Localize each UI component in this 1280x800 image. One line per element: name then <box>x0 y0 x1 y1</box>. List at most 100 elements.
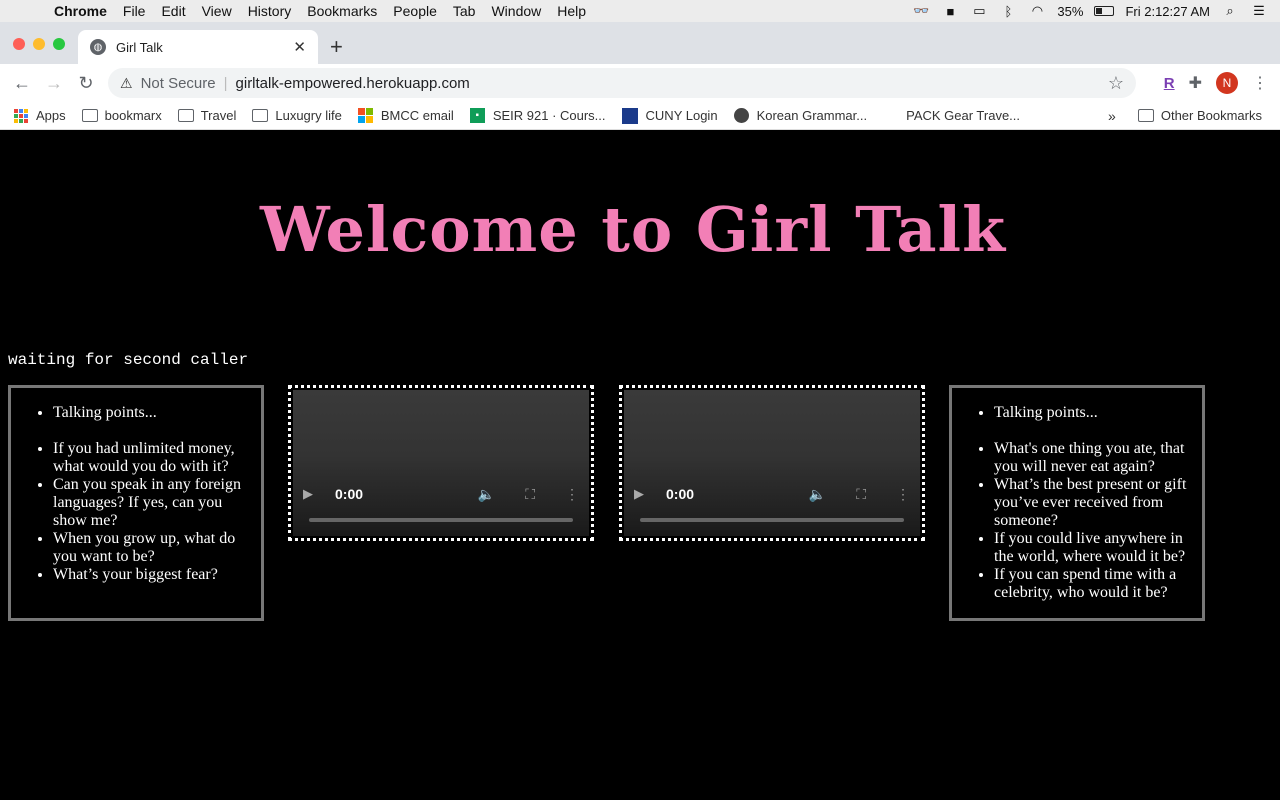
list-item: If you can spend time with a celebrity, … <box>994 566 1198 602</box>
bookmark-label: Apps <box>36 108 66 123</box>
menu-view[interactable]: View <box>194 3 240 19</box>
bookmarks-right: » Other Bookmarks <box>1094 108 1280 124</box>
close-tab-icon[interactable]: ✕ <box>293 38 306 56</box>
talking-points-header: Talking points... <box>53 404 257 422</box>
bookmark-label: Luxugry life <box>275 108 342 123</box>
mac-menubar: Chrome File Edit View History Bookmarks … <box>0 0 1280 22</box>
talking-points-left: Talking points... If you had unlimited m… <box>8 385 264 621</box>
bookmarks-overflow-chevron[interactable]: » <box>1094 108 1130 124</box>
folder-icon <box>81 109 98 122</box>
play-icon[interactable]: ▶ <box>634 486 658 502</box>
menubar-status-area: 👓 ■ ▭ ᛒ ◠ 35% Fri 2:12:27 AM ⌕ ☰ <box>912 3 1280 19</box>
volume-icon[interactable]: 🔈 <box>809 486 826 503</box>
local-video-player[interactable]: ▶ 0:00 🔈 ⛶ ⋮ <box>288 385 594 541</box>
url-text[interactable]: girltalk-empowered.herokuapp.com <box>236 75 470 92</box>
minimize-window-button[interactable] <box>33 38 45 50</box>
cuny-logo-icon <box>621 107 638 124</box>
puzzle-icon[interactable]: ✚ <box>1189 73 1202 93</box>
list-item: When you grow up, what do you want to be… <box>53 530 257 566</box>
menu-history[interactable]: History <box>240 3 300 19</box>
menu-tab[interactable]: Tab <box>445 3 484 19</box>
menu-help[interactable]: Help <box>549 3 594 19</box>
spotlight-search-icon[interactable]: ⌕ <box>1221 3 1239 19</box>
page-content: Welcome to Girl Talk waiting for second … <box>0 131 1280 800</box>
browser-toolbar: ← → ↻ ⚠ Not Secure | girltalk-empowered.… <box>0 64 1280 102</box>
wifi-icon[interactable]: ◠ <box>1028 3 1046 19</box>
tab-title: Girl Talk <box>116 39 163 55</box>
video-surface: ▶ 0:00 🔈 ⛶ ⋮ <box>293 390 589 536</box>
profile-avatar[interactable]: N <box>1216 72 1238 94</box>
bookmark-label: PACK Gear Trave... <box>906 108 1021 123</box>
globe-icon <box>733 108 749 123</box>
airplay-icon[interactable]: ▭ <box>970 3 988 19</box>
camera-icon[interactable]: ■ <box>941 4 959 19</box>
talking-points-header: Talking points... <box>994 404 1198 422</box>
menu-people[interactable]: People <box>385 3 445 19</box>
close-window-button[interactable] <box>13 38 25 50</box>
control-center-icon[interactable]: ☰ <box>1250 3 1268 19</box>
video-right-controls: 🔈 ⛶ ⋮ <box>478 486 579 503</box>
bookmark-star-icon[interactable]: ☆ <box>1108 73 1124 94</box>
clock[interactable]: Fri 2:12:27 AM <box>1125 4 1210 19</box>
video-progress-bar[interactable] <box>640 518 904 522</box>
menu-bookmarks[interactable]: Bookmarks <box>299 3 385 19</box>
menu-file[interactable]: File <box>115 3 154 19</box>
kebab-menu-icon[interactable]: ⋮ <box>1252 73 1268 93</box>
menu-app-name[interactable]: Chrome <box>40 3 115 19</box>
bookmark-bookmarx[interactable]: bookmarx <box>74 108 170 123</box>
fullscreen-window-button[interactable] <box>53 38 65 50</box>
fullscreen-icon[interactable]: ⛶ <box>856 486 866 503</box>
extensions-area: R ✚ N ⋮ <box>1164 72 1268 94</box>
video-right-controls: 🔈 ⛶ ⋮ <box>809 486 910 503</box>
back-arrow-icon[interactable]: ← <box>6 73 38 94</box>
classroom-icon: ▪ <box>469 108 485 123</box>
call-status: waiting for second caller <box>8 351 249 369</box>
bookmark-korean-grammar[interactable]: Korean Grammar... <box>726 108 876 123</box>
more-options-icon[interactable]: ⋮ <box>565 486 579 503</box>
battery-icon[interactable] <box>1094 6 1115 16</box>
bookmark-label: SEIR 921 · Cours... <box>492 108 606 123</box>
volume-icon[interactable]: 🔈 <box>478 486 495 503</box>
forward-arrow-icon[interactable]: → <box>38 73 70 94</box>
bookmark-apps[interactable]: Apps <box>0 108 74 123</box>
bookmark-bmcc-email[interactable]: BMCC email <box>350 108 462 123</box>
bookmark-cuny-login[interactable]: CUNY Login <box>614 107 726 124</box>
extension-r-icon[interactable]: R <box>1164 75 1175 92</box>
talking-points-list: Talking points... What's one thing you a… <box>978 404 1198 602</box>
page-title: Welcome to Girl Talk <box>259 193 1007 266</box>
bookmark-label: CUNY Login <box>645 108 718 123</box>
bluetooth-icon[interactable]: ᛒ <box>999 4 1017 19</box>
bookmarks-bar: Apps bookmarx Travel Luxugry life BMCC e… <box>0 102 1280 130</box>
reload-icon[interactable]: ↻ <box>70 73 102 94</box>
list-item: What's one thing you ate, that you will … <box>994 440 1198 476</box>
security-label[interactable]: Not Secure <box>141 75 216 92</box>
bookmark-label: Other Bookmarks <box>1160 108 1262 123</box>
bookmark-travel[interactable]: Travel <box>170 108 245 123</box>
list-item: What’s your biggest fear? <box>53 566 257 584</box>
bookmark-other[interactable]: Other Bookmarks <box>1130 108 1280 123</box>
folder-icon <box>1137 109 1154 122</box>
bookmark-pack-gear[interactable]: PACK Gear Trave... <box>875 108 1028 123</box>
warning-icon[interactable]: ⚠ <box>120 75 133 92</box>
list-item: Can you speak in any foreign languages? … <box>53 476 257 530</box>
tab-girl-talk[interactable]: ◍ Girl Talk ✕ <box>78 30 318 64</box>
more-options-icon[interactable]: ⋮ <box>896 486 910 503</box>
glasses-icon[interactable]: 👓 <box>912 3 930 19</box>
address-bar[interactable]: ⚠ Not Secure | girltalk-empowered.heroku… <box>108 68 1136 98</box>
menu-window[interactable]: Window <box>483 3 549 19</box>
video-time: 0:00 <box>666 486 695 502</box>
list-item: If you had unlimited money, what would y… <box>53 440 257 476</box>
bookmark-luxugry-life[interactable]: Luxugry life <box>244 108 349 123</box>
video-controls: ▶ 0:00 🔈 ⛶ ⋮ <box>624 482 920 506</box>
play-icon[interactable]: ▶ <box>303 486 327 502</box>
fullscreen-icon[interactable]: ⛶ <box>525 486 535 503</box>
battery-percent: 35% <box>1057 3 1084 19</box>
new-tab-button[interactable]: + <box>330 34 343 60</box>
menu-edit[interactable]: Edit <box>153 3 193 19</box>
bookmark-seir-921[interactable]: ▪ SEIR 921 · Cours... <box>462 108 614 123</box>
globe-icon: ◍ <box>90 39 106 55</box>
remote-video-player[interactable]: ▶ 0:00 🔈 ⛶ ⋮ <box>619 385 925 541</box>
apps-grid-icon <box>14 108 28 123</box>
video-controls: ▶ 0:00 🔈 ⛶ ⋮ <box>293 482 589 506</box>
video-progress-bar[interactable] <box>309 518 573 522</box>
